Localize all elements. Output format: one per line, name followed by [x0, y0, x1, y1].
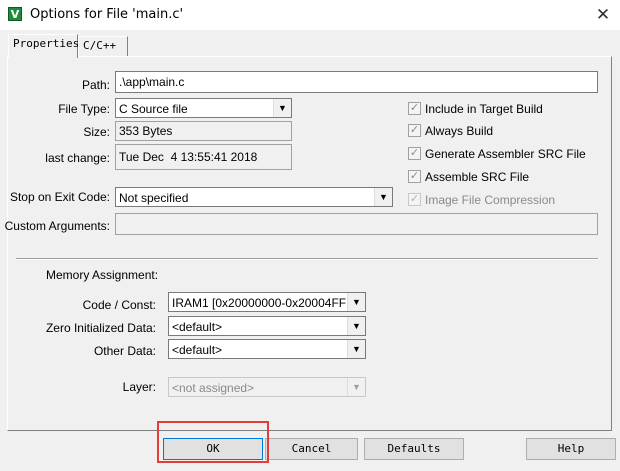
file-type-value: C Source file	[119, 102, 188, 116]
code-const-label: Code / Const:	[82, 298, 156, 312]
other-data-label: Other Data:	[93, 344, 156, 358]
chevron-down-icon[interactable]: ▼	[347, 293, 365, 311]
zero-init-value: <default>	[172, 320, 223, 334]
file-type-label: File Type:	[58, 102, 110, 116]
close-button[interactable]: ✕	[586, 0, 620, 30]
always-build-checkbox[interactable]: ✓	[408, 124, 421, 137]
path-label: Path:	[81, 78, 110, 92]
generate-asm-src-checkbox[interactable]: ✓	[408, 147, 421, 160]
assemble-src-label: Assemble SRC File	[425, 170, 530, 184]
divider	[16, 258, 598, 260]
include-in-build-checkbox[interactable]: ✓	[408, 102, 421, 115]
code-const-select[interactable]: IRAM1 [0x20000000-0x20004FFF] ▼	[168, 292, 366, 312]
chevron-down-icon[interactable]: ▼	[347, 340, 365, 358]
size-label: Size:	[83, 125, 110, 139]
zero-init-label: Zero Initialized Data:	[45, 321, 156, 335]
generate-asm-src-label: Generate Assembler SRC File	[425, 147, 586, 161]
custom-arguments-field[interactable]	[115, 213, 598, 235]
assemble-src-checkbox[interactable]: ✓	[408, 170, 421, 183]
tab-c-cpp[interactable]: C/C++	[78, 36, 128, 56]
ok-button[interactable]: OK	[163, 438, 263, 460]
custom-arguments-label: Custom Arguments:	[4, 219, 110, 233]
path-field[interactable]: .\app\main.c	[115, 71, 598, 93]
memory-assignment-heading: Memory Assignment:	[46, 268, 159, 282]
always-build-label: Always Build	[425, 124, 494, 138]
layer-select: <not assigned> ▼	[168, 377, 366, 397]
other-data-select[interactable]: <default> ▼	[168, 339, 366, 359]
last-change-label: last change:	[45, 151, 110, 165]
layer-label: Layer:	[122, 380, 156, 394]
chevron-down-icon: ▼	[347, 378, 365, 396]
include-in-build-label: Include in Target Build	[425, 102, 543, 116]
chevron-down-icon[interactable]: ▼	[273, 99, 291, 117]
cancel-button[interactable]: Cancel	[265, 438, 358, 460]
title-bar: V Options for File 'main.c' ✕	[0, 0, 620, 30]
tab-properties[interactable]: Properties	[8, 34, 79, 58]
layer-value: <not assigned>	[172, 381, 255, 395]
chevron-down-icon[interactable]: ▼	[347, 317, 365, 335]
stop-on-exit-label: Stop on Exit Code:	[9, 190, 110, 204]
size-value: 353 Bytes	[115, 121, 292, 141]
window-title: Options for File 'main.c'	[30, 7, 184, 22]
file-type-select[interactable]: C Source file ▼	[115, 98, 292, 118]
defaults-button[interactable]: Defaults	[364, 438, 464, 460]
image-compression-checkbox: ✓	[408, 193, 421, 206]
stop-on-exit-select[interactable]: Not specified ▼	[115, 187, 393, 207]
image-compression-label: Image File Compression	[425, 193, 556, 207]
stop-on-exit-value: Not specified	[119, 191, 189, 205]
code-const-value: IRAM1 [0x20000000-0x20004FFF]	[172, 296, 357, 310]
keil-uvision-icon: V	[8, 7, 22, 21]
other-data-value: <default>	[172, 343, 223, 357]
last-change-value: Tue Dec 4 13:55:41 2018	[115, 144, 292, 170]
chevron-down-icon[interactable]: ▼	[374, 188, 392, 206]
help-button[interactable]: Help	[526, 438, 616, 460]
zero-init-select[interactable]: <default> ▼	[168, 316, 366, 336]
